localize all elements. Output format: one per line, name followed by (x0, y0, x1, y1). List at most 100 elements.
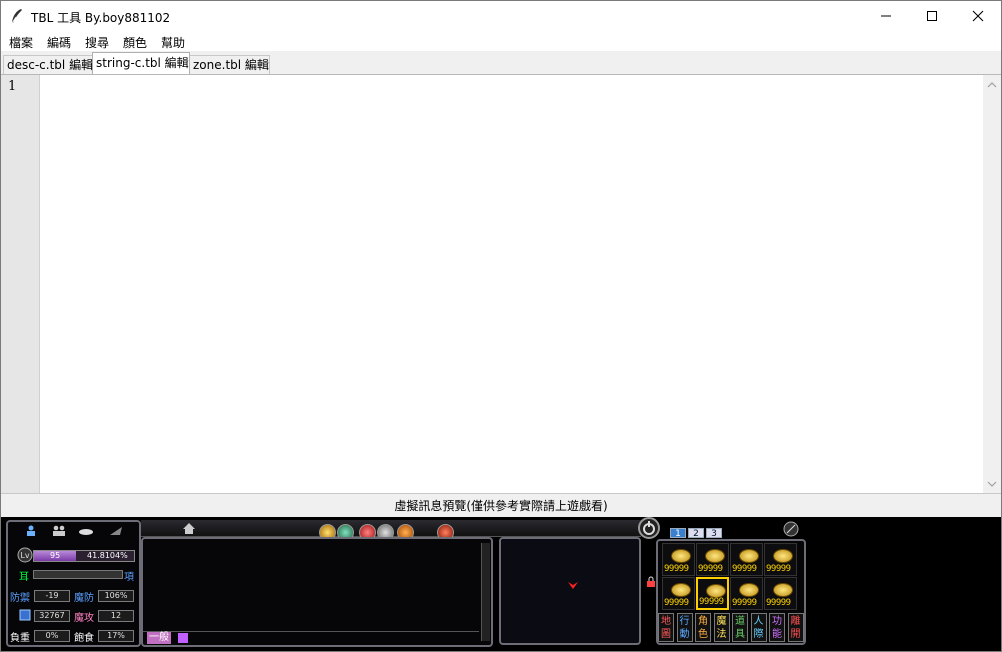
editor-textarea[interactable] (40, 75, 983, 494)
scroll-up-icon[interactable] (983, 77, 1001, 93)
function-button[interactable]: 人際 (750, 613, 767, 642)
function-button[interactable]: 地圖 (658, 613, 674, 642)
flag-tab-icon[interactable] (108, 525, 124, 537)
maximize-button[interactable] (909, 1, 955, 31)
quick-slot[interactable]: 99999 (764, 577, 797, 610)
item-label: 項 (124, 572, 134, 583)
chat-channel-label[interactable]: 一般 (147, 632, 171, 644)
chat-input[interactable] (143, 631, 479, 646)
function-button-bottom: 動 (679, 629, 690, 640)
function-button-top: 功 (772, 616, 782, 627)
minimize-icon (881, 15, 891, 17)
level-badge-icon: Lv (17, 547, 33, 563)
function-button[interactable]: 角色 (695, 613, 711, 642)
gold-coin-icon (671, 583, 691, 597)
mp-value: 32767 (34, 610, 70, 622)
function-button-bottom: 具 (735, 629, 745, 640)
svg-text:Lv: Lv (20, 551, 29, 560)
ear-bar (33, 570, 123, 579)
function-button[interactable]: 離開 (787, 613, 804, 642)
slot-count: 99999 (766, 564, 791, 574)
function-button-top: 道 (735, 616, 745, 627)
gold-coin-icon (773, 583, 793, 597)
slot-count: 99999 (732, 564, 757, 574)
quick-slot-selected[interactable]: 99999 (696, 577, 729, 610)
function-button-top: 離 (790, 616, 801, 627)
tab-strip: desc-c.tbl 編輯 string-c.tbl 編輯 zone.tbl 編… (1, 51, 1001, 75)
party-tab-icon[interactable] (52, 525, 66, 537)
feather-icon (11, 9, 22, 24)
exp-bar: 95 41.8104% (33, 550, 135, 562)
menu-bar: 檔案 編碼 搜尋 顏色 幫助 (1, 31, 1001, 51)
gold-coin-icon (739, 549, 759, 563)
function-button[interactable]: 魔法 (713, 613, 730, 642)
function-button-bottom: 開 (790, 629, 801, 640)
window-title: TBL 工具 By.boy881102 (31, 11, 171, 25)
line-number-gutter: 1 (1, 75, 40, 494)
quick-slot[interactable]: 99999 (730, 577, 763, 610)
minimap[interactable] (499, 537, 641, 645)
mount-tab-icon[interactable] (78, 525, 94, 537)
function-button-top: 角 (698, 616, 708, 627)
slot-count: 99999 (766, 598, 791, 608)
quick-slot[interactable]: 99999 (662, 577, 695, 610)
preview-label: 虛擬訊息預覽(僅供參考實際請上遊戲看) (1, 493, 1001, 518)
magic-attack-label: 魔攻 (74, 613, 94, 624)
defense-value: -19 (34, 590, 70, 602)
menu-color[interactable]: 顏色 (123, 34, 147, 51)
function-button[interactable]: 行動 (676, 613, 693, 642)
chat-scrollbar[interactable] (481, 543, 490, 641)
vertical-scrollbar[interactable] (983, 75, 1001, 494)
function-button-top: 魔 (716, 616, 727, 627)
menu-encoding[interactable]: 編碼 (47, 34, 71, 51)
function-button-bottom: 法 (716, 629, 727, 640)
line-number: 1 (8, 79, 17, 94)
tab-string-c[interactable]: string-c.tbl 編輯 (92, 52, 190, 74)
text-editor: 1 (1, 74, 1001, 494)
menu-help[interactable]: 幫助 (161, 34, 185, 51)
slot-count: 99999 (698, 564, 723, 574)
stats-panel: Lv 95 41.8104% 耳 項 防禦 -19 魔防 106% 32767 … (6, 520, 141, 647)
function-button-bottom: 色 (698, 629, 708, 640)
tab-zone[interactable]: zone.tbl 編輯 (189, 55, 270, 74)
magic-defense-label: 魔防 (74, 593, 94, 604)
food-label: 飽食 (74, 633, 94, 644)
tab-desc-c[interactable]: desc-c.tbl 編輯 (3, 55, 93, 74)
power-icon[interactable] (638, 517, 660, 539)
weight-value: 0% (34, 630, 70, 642)
magic-attack-value: 12 (98, 610, 134, 622)
minimize-button[interactable] (863, 1, 909, 31)
gold-coin-icon (739, 583, 759, 597)
level-value: 95 (50, 551, 61, 560)
slot-count: 99999 (732, 598, 757, 608)
game-top-strip (141, 520, 641, 541)
gold-coin-icon (773, 549, 793, 563)
slot-count: 99999 (664, 598, 689, 608)
defense-label: 防禦 (10, 593, 30, 604)
magic-defense-value: 106% (98, 590, 134, 602)
chat-emote-icon[interactable] (177, 632, 189, 644)
weight-label: 負重 (10, 633, 30, 644)
lock-icon[interactable] (646, 576, 656, 588)
function-button-top: 地 (661, 616, 671, 627)
app-window: TBL 工具 By.boy881102 檔案 編碼 搜尋 顏色 幫助 desc-… (0, 0, 1002, 652)
chat-box: 一般 (141, 537, 493, 647)
menu-file[interactable]: 檔案 (9, 34, 33, 51)
function-button-top: 行 (679, 616, 690, 627)
quick-slots-panel: 1 2 3 99999 99999 99999 99999 99999 9999… (656, 521, 806, 645)
player-marker-icon (568, 582, 578, 589)
gold-coin-icon (705, 549, 725, 563)
character-tab-icon[interactable] (24, 525, 38, 537)
menu-search[interactable]: 搜尋 (85, 34, 109, 51)
close-button[interactable] (955, 1, 1001, 31)
home-icon (183, 523, 195, 534)
scroll-down-icon[interactable] (983, 476, 1001, 492)
function-button-bottom: 際 (753, 629, 764, 640)
function-button[interactable]: 道具 (732, 613, 748, 642)
mp-icon (19, 609, 31, 621)
function-button[interactable]: 功能 (769, 613, 785, 642)
function-button-top: 人 (753, 616, 764, 627)
maximize-icon (927, 11, 937, 21)
game-ui-preview: Lv 95 41.8104% 耳 項 防禦 -19 魔防 106% 32767 … (1, 517, 1001, 651)
function-button-bottom: 能 (772, 629, 782, 640)
